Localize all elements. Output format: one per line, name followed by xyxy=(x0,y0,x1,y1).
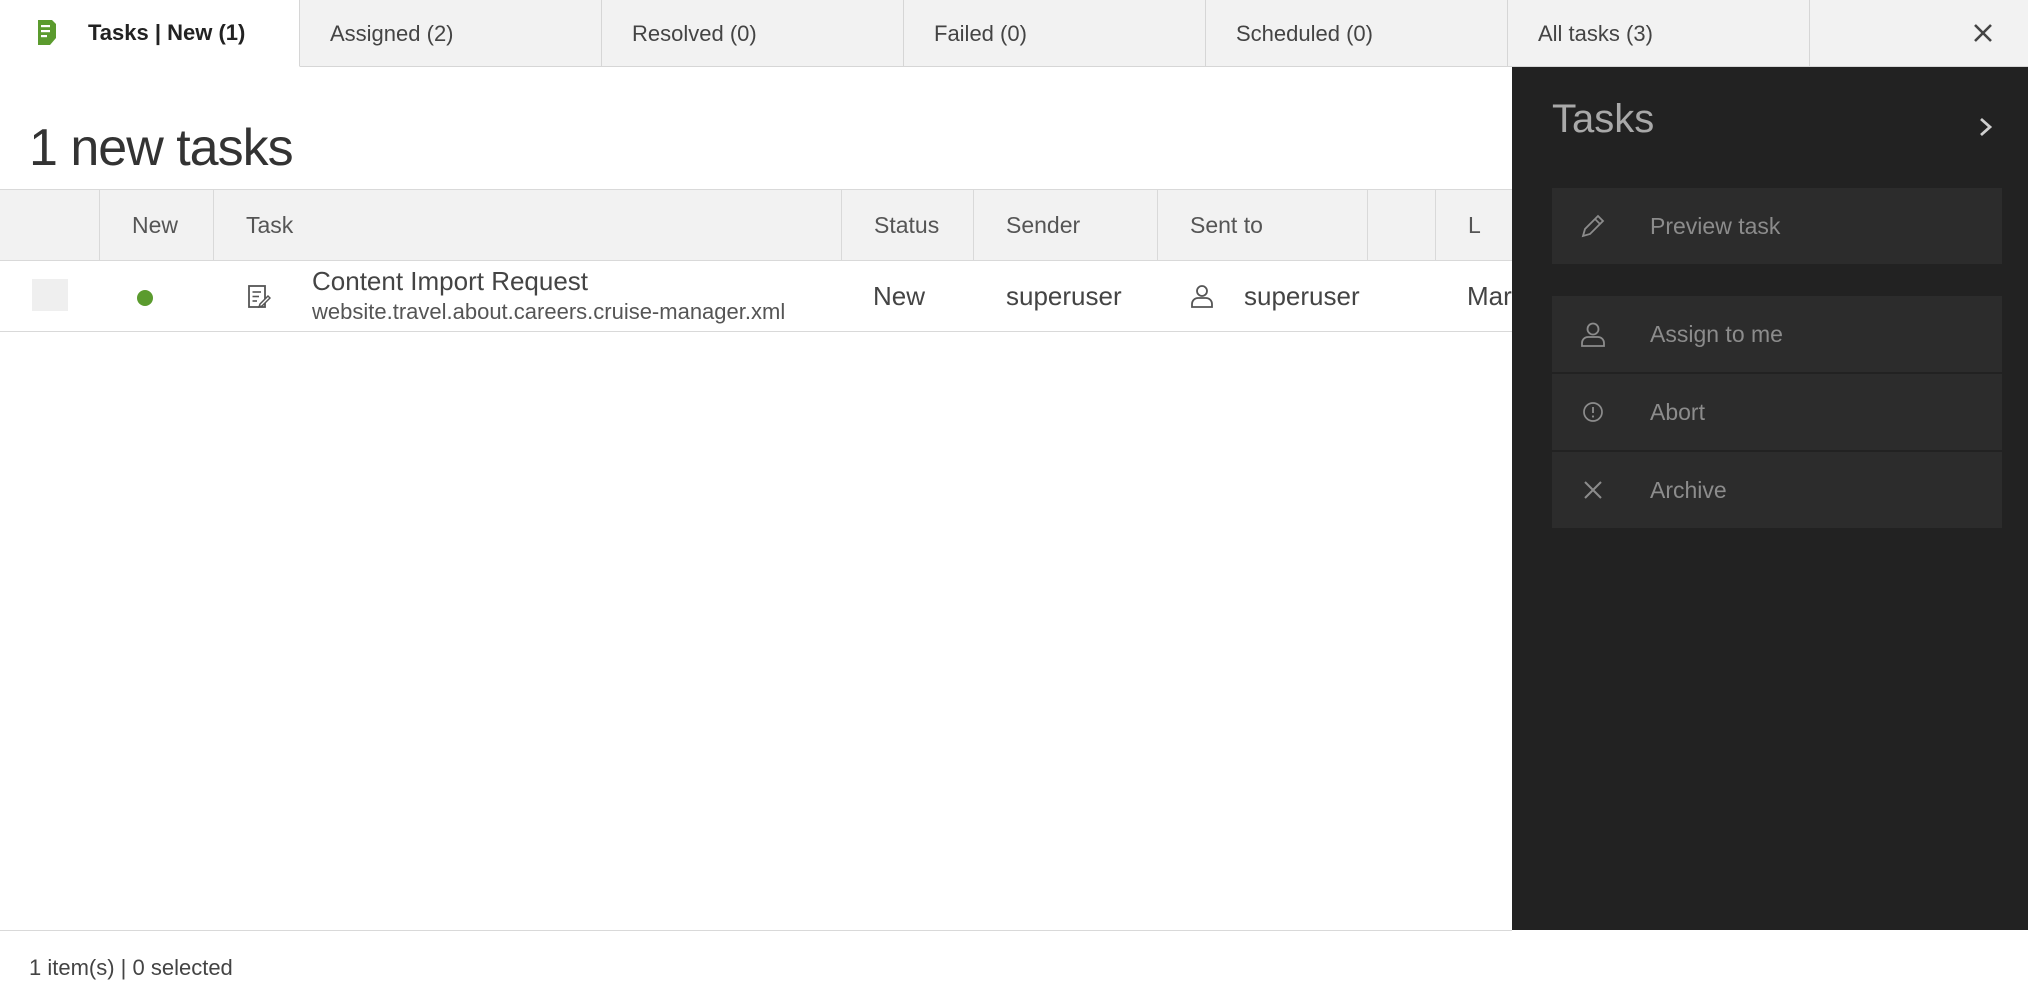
action-label: Abort xyxy=(1650,398,1705,425)
column-last[interactable]: L xyxy=(1435,190,1512,260)
column-status[interactable]: Status xyxy=(841,190,973,260)
task-path: website.travel.about.careers.cruise-mana… xyxy=(312,299,786,324)
tab-bar: Tasks | New (1) Assigned (2) Resolved (0… xyxy=(0,0,2028,67)
user-icon xyxy=(1189,283,1215,314)
tasks-side-panel: Tasks Preview task Assign to me Abort Ar… xyxy=(1512,67,2028,930)
preview-task-button[interactable]: Preview task xyxy=(1552,188,2002,264)
tab-label: Resolved (0) xyxy=(632,20,757,46)
row-checkbox[interactable] xyxy=(32,279,68,311)
action-label: Assign to me xyxy=(1650,320,1783,347)
chevron-right-icon[interactable] xyxy=(1974,113,1998,141)
page-title: 1 new tasks xyxy=(29,119,294,177)
column-label: Status xyxy=(874,211,940,238)
column-label: New xyxy=(132,211,179,238)
task-document-icon xyxy=(247,284,272,315)
task-title[interactable]: Content Import Request xyxy=(312,266,588,297)
table-header: New Task Status Sender Sent to L xyxy=(0,189,1512,261)
tasks-app-icon xyxy=(36,19,58,47)
column-sender[interactable]: Sender xyxy=(973,190,1157,260)
column-label: L xyxy=(1468,211,1481,238)
selection-summary: 1 item(s) | 0 selected xyxy=(29,955,233,980)
tab-failed[interactable]: Failed (0) xyxy=(904,0,1206,67)
action-label: Archive xyxy=(1650,476,1727,503)
tab-label: Failed (0) xyxy=(934,20,1027,46)
tab-new[interactable]: Tasks | New (1) xyxy=(0,0,300,67)
tab-label: All tasks (3) xyxy=(1538,20,1653,46)
column-label: Sent to xyxy=(1190,211,1263,238)
close-icon xyxy=(1578,475,1608,505)
abort-button[interactable]: Abort xyxy=(1552,374,2002,450)
action-label: Preview task xyxy=(1650,212,1781,239)
close-icon[interactable] xyxy=(1966,16,2000,50)
assign-to-me-button[interactable]: Assign to me xyxy=(1552,296,2002,372)
info-circle-icon xyxy=(1578,397,1608,427)
tab-scheduled[interactable]: Scheduled (0) xyxy=(1206,0,1508,67)
tab-resolved[interactable]: Resolved (0) xyxy=(602,0,904,67)
pencil-icon xyxy=(1578,211,1608,241)
tab-label: Scheduled (0) xyxy=(1236,20,1373,46)
column-new[interactable]: New xyxy=(99,190,213,260)
user-icon xyxy=(1578,319,1608,349)
sender-cell: superuser xyxy=(1006,280,1122,311)
panel-title: Tasks xyxy=(1552,97,1655,141)
column-sent-to[interactable]: Sent to xyxy=(1157,190,1367,260)
tab-assigned[interactable]: Assigned (2) xyxy=(300,0,602,67)
column-label: Sender xyxy=(1006,211,1081,238)
column-select xyxy=(0,190,99,260)
tab-label: Assigned (2) xyxy=(330,20,454,46)
archive-button[interactable]: Archive xyxy=(1552,452,2002,528)
status-cell: New xyxy=(873,280,926,311)
tab-all-tasks[interactable]: All tasks (3) xyxy=(1508,0,1810,67)
tab-label: Tasks | New (1) xyxy=(88,20,246,45)
column-task[interactable]: Task xyxy=(213,190,841,260)
last-cell: Mar xyxy=(1467,280,1512,311)
status-footer: 1 item(s) | 0 selected xyxy=(0,930,1512,994)
new-indicator-dot xyxy=(137,290,153,306)
column-blank[interactable] xyxy=(1367,190,1435,260)
column-label: Task xyxy=(246,211,294,238)
sent-to-cell: superuser xyxy=(1244,280,1360,311)
